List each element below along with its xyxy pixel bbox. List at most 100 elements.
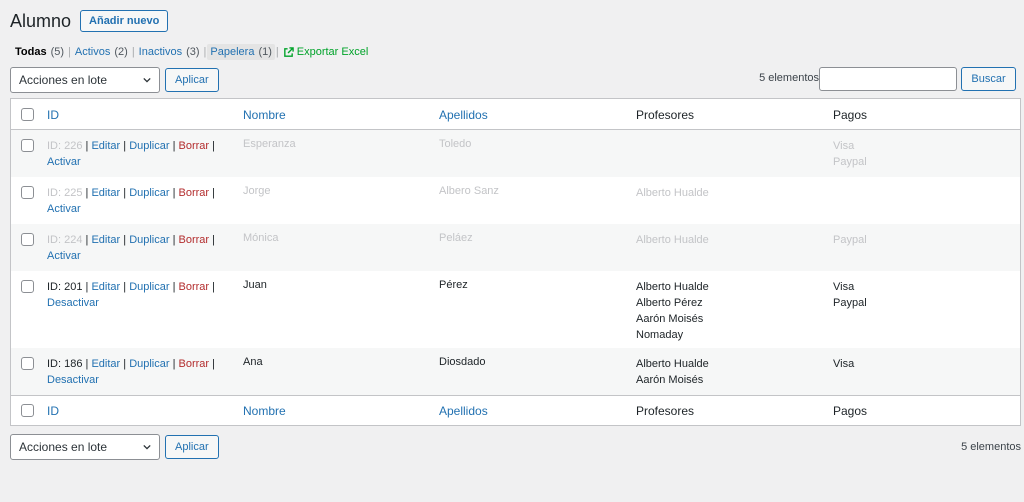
separator: | — [85, 281, 89, 293]
items-count-top: 5 elementos — [759, 72, 819, 84]
table-header: ID Nombre Apellidos Profesores Pagos — [11, 99, 1020, 130]
pago-item: Visa — [833, 281, 855, 293]
edit-link[interactable]: Editar — [91, 187, 120, 199]
pago-item: Visa — [833, 358, 855, 370]
row-id: ID: 224 — [47, 234, 83, 246]
view-active[interactable]: Activos (2) — [72, 44, 131, 60]
duplicate-link[interactable]: Duplicar — [129, 187, 169, 199]
duplicate-link[interactable]: Duplicar — [129, 140, 169, 152]
table-row: ID: 186 | Editar | Duplicar | Borrar | D… — [11, 348, 1020, 395]
separator: | — [212, 281, 216, 293]
edit-link[interactable]: Editar — [91, 281, 120, 293]
apply-button-top[interactable]: Aplicar — [165, 68, 219, 92]
bulk-actions-select-bottom[interactable]: Acciones en lote — [10, 434, 160, 460]
row-checkbox[interactable] — [21, 233, 34, 246]
chevron-down-icon — [143, 77, 151, 83]
edit-link[interactable]: Editar — [91, 140, 120, 152]
profesor-item: Aarón Moisés — [636, 313, 704, 325]
delete-link[interactable]: Borrar — [179, 187, 210, 199]
row-id-cell: ID: 226 | Editar | Duplicar | Borrar | A… — [47, 138, 237, 170]
external-link-icon — [283, 46, 294, 57]
row-pagos: Visa — [833, 356, 854, 372]
view-inactive[interactable]: Inactivos (3) — [136, 44, 203, 60]
separator: | — [203, 46, 207, 58]
view-all-link[interactable]: Todas — [15, 46, 47, 58]
pago-item: Visa — [833, 140, 855, 152]
bulk-actions-select-top[interactable]: Acciones en lote — [10, 67, 160, 93]
separator: | — [68, 46, 71, 58]
table-row: ID: 224 | Editar | Duplicar | Borrar | A… — [11, 224, 1020, 271]
apply-button-bottom[interactable]: Aplicar — [165, 435, 219, 459]
row-id-cell: ID: 201 | Editar | Duplicar | Borrar | D… — [47, 279, 237, 311]
chevron-down-icon — [143, 444, 151, 450]
edit-link[interactable]: Editar — [91, 234, 120, 246]
toggle-status-link[interactable]: Activar — [47, 248, 237, 264]
delete-link[interactable]: Borrar — [179, 281, 210, 293]
duplicate-link[interactable]: Duplicar — [129, 234, 169, 246]
row-id: ID: 226 — [47, 140, 83, 152]
row-id-cell: ID: 225 | Editar | Duplicar | Borrar | A… — [47, 185, 237, 217]
view-all[interactable]: Todas (5) — [12, 44, 67, 60]
column-id-footer[interactable]: ID — [47, 404, 59, 418]
separator: | — [172, 140, 176, 152]
delete-link[interactable]: Borrar — [179, 234, 210, 246]
profesor-item: Aarón Moisés — [636, 374, 704, 386]
profesor-item: Alberto Pérez — [636, 297, 703, 309]
toggle-status-link[interactable]: Desactivar — [47, 372, 237, 388]
edit-link[interactable]: Editar — [91, 358, 120, 370]
row-apellidos: Toledo — [439, 138, 472, 150]
column-profesores: Profesores — [636, 108, 695, 122]
column-nombre[interactable]: Nombre — [243, 108, 286, 122]
duplicate-link[interactable]: Duplicar — [129, 281, 169, 293]
view-trash-count: (1) — [258, 46, 272, 58]
separator: | — [85, 234, 89, 246]
delete-link[interactable]: Borrar — [179, 140, 210, 152]
row-nombre: Esperanza — [243, 138, 296, 150]
row-profesores: Alberto Hualde Alberto Pérez Aarón Moisé… — [636, 279, 709, 343]
export-excel-label: Exportar Excel — [296, 46, 369, 58]
toggle-status-link[interactable]: Activar — [47, 154, 237, 170]
page-header: Alumno Añadir nuevo — [10, 8, 169, 34]
profesor-item: Alberto Hualde — [636, 281, 709, 293]
row-checkbox[interactable] — [21, 139, 34, 152]
view-active-link[interactable]: Activos — [75, 46, 110, 58]
table-footer: ID Nombre Apellidos Profesores Pagos — [11, 395, 1020, 425]
export-excel-link[interactable]: Exportar Excel — [283, 46, 369, 58]
search-button[interactable]: Buscar — [961, 67, 1016, 91]
delete-link[interactable]: Borrar — [179, 358, 210, 370]
duplicate-link[interactable]: Duplicar — [129, 358, 169, 370]
add-new-button[interactable]: Añadir nuevo — [80, 10, 169, 32]
row-apellidos: Peláez — [439, 232, 473, 244]
view-inactive-link[interactable]: Inactivos — [139, 46, 182, 58]
column-nombre-footer[interactable]: Nombre — [243, 404, 286, 418]
view-all-count: (5) — [50, 46, 65, 58]
row-pagos: Visa Paypal — [833, 279, 867, 311]
separator: | — [85, 187, 89, 199]
separator: | — [123, 140, 127, 152]
view-trash[interactable]: Papelera (1) — [207, 44, 275, 60]
view-inactive-count: (3) — [186, 46, 200, 58]
select-all-checkbox-footer[interactable] — [21, 404, 34, 417]
row-profesores: Alberto Hualde — [636, 232, 709, 248]
view-trash-link[interactable]: Papelera — [210, 46, 254, 58]
pago-item: Paypal — [833, 297, 867, 309]
toggle-status-link[interactable]: Desactivar — [47, 295, 237, 311]
row-id-cell: ID: 224 | Editar | Duplicar | Borrar | A… — [47, 232, 237, 264]
profesor-item: Alberto Hualde — [636, 234, 709, 246]
column-apellidos[interactable]: Apellidos — [439, 108, 488, 122]
row-pagos: Visa Paypal — [833, 138, 867, 170]
column-pagos: Pagos — [833, 108, 868, 122]
column-id[interactable]: ID — [47, 108, 59, 122]
row-checkbox[interactable] — [21, 280, 34, 293]
items-count-bottom: 5 elementos — [961, 441, 1021, 453]
row-checkbox[interactable] — [21, 186, 34, 199]
row-checkbox[interactable] — [21, 357, 34, 370]
status-filter-bar: Todas (5) | Activos (2) | Inactivos (3) … — [12, 44, 368, 60]
toggle-status-link[interactable]: Activar — [47, 201, 237, 217]
select-all-checkbox[interactable] — [21, 108, 34, 121]
column-apellidos-footer[interactable]: Apellidos — [439, 404, 488, 418]
search-input[interactable] — [819, 67, 957, 91]
row-apellidos: Albero Sanz — [439, 185, 499, 197]
separator: | — [123, 187, 127, 199]
separator: | — [212, 234, 216, 246]
